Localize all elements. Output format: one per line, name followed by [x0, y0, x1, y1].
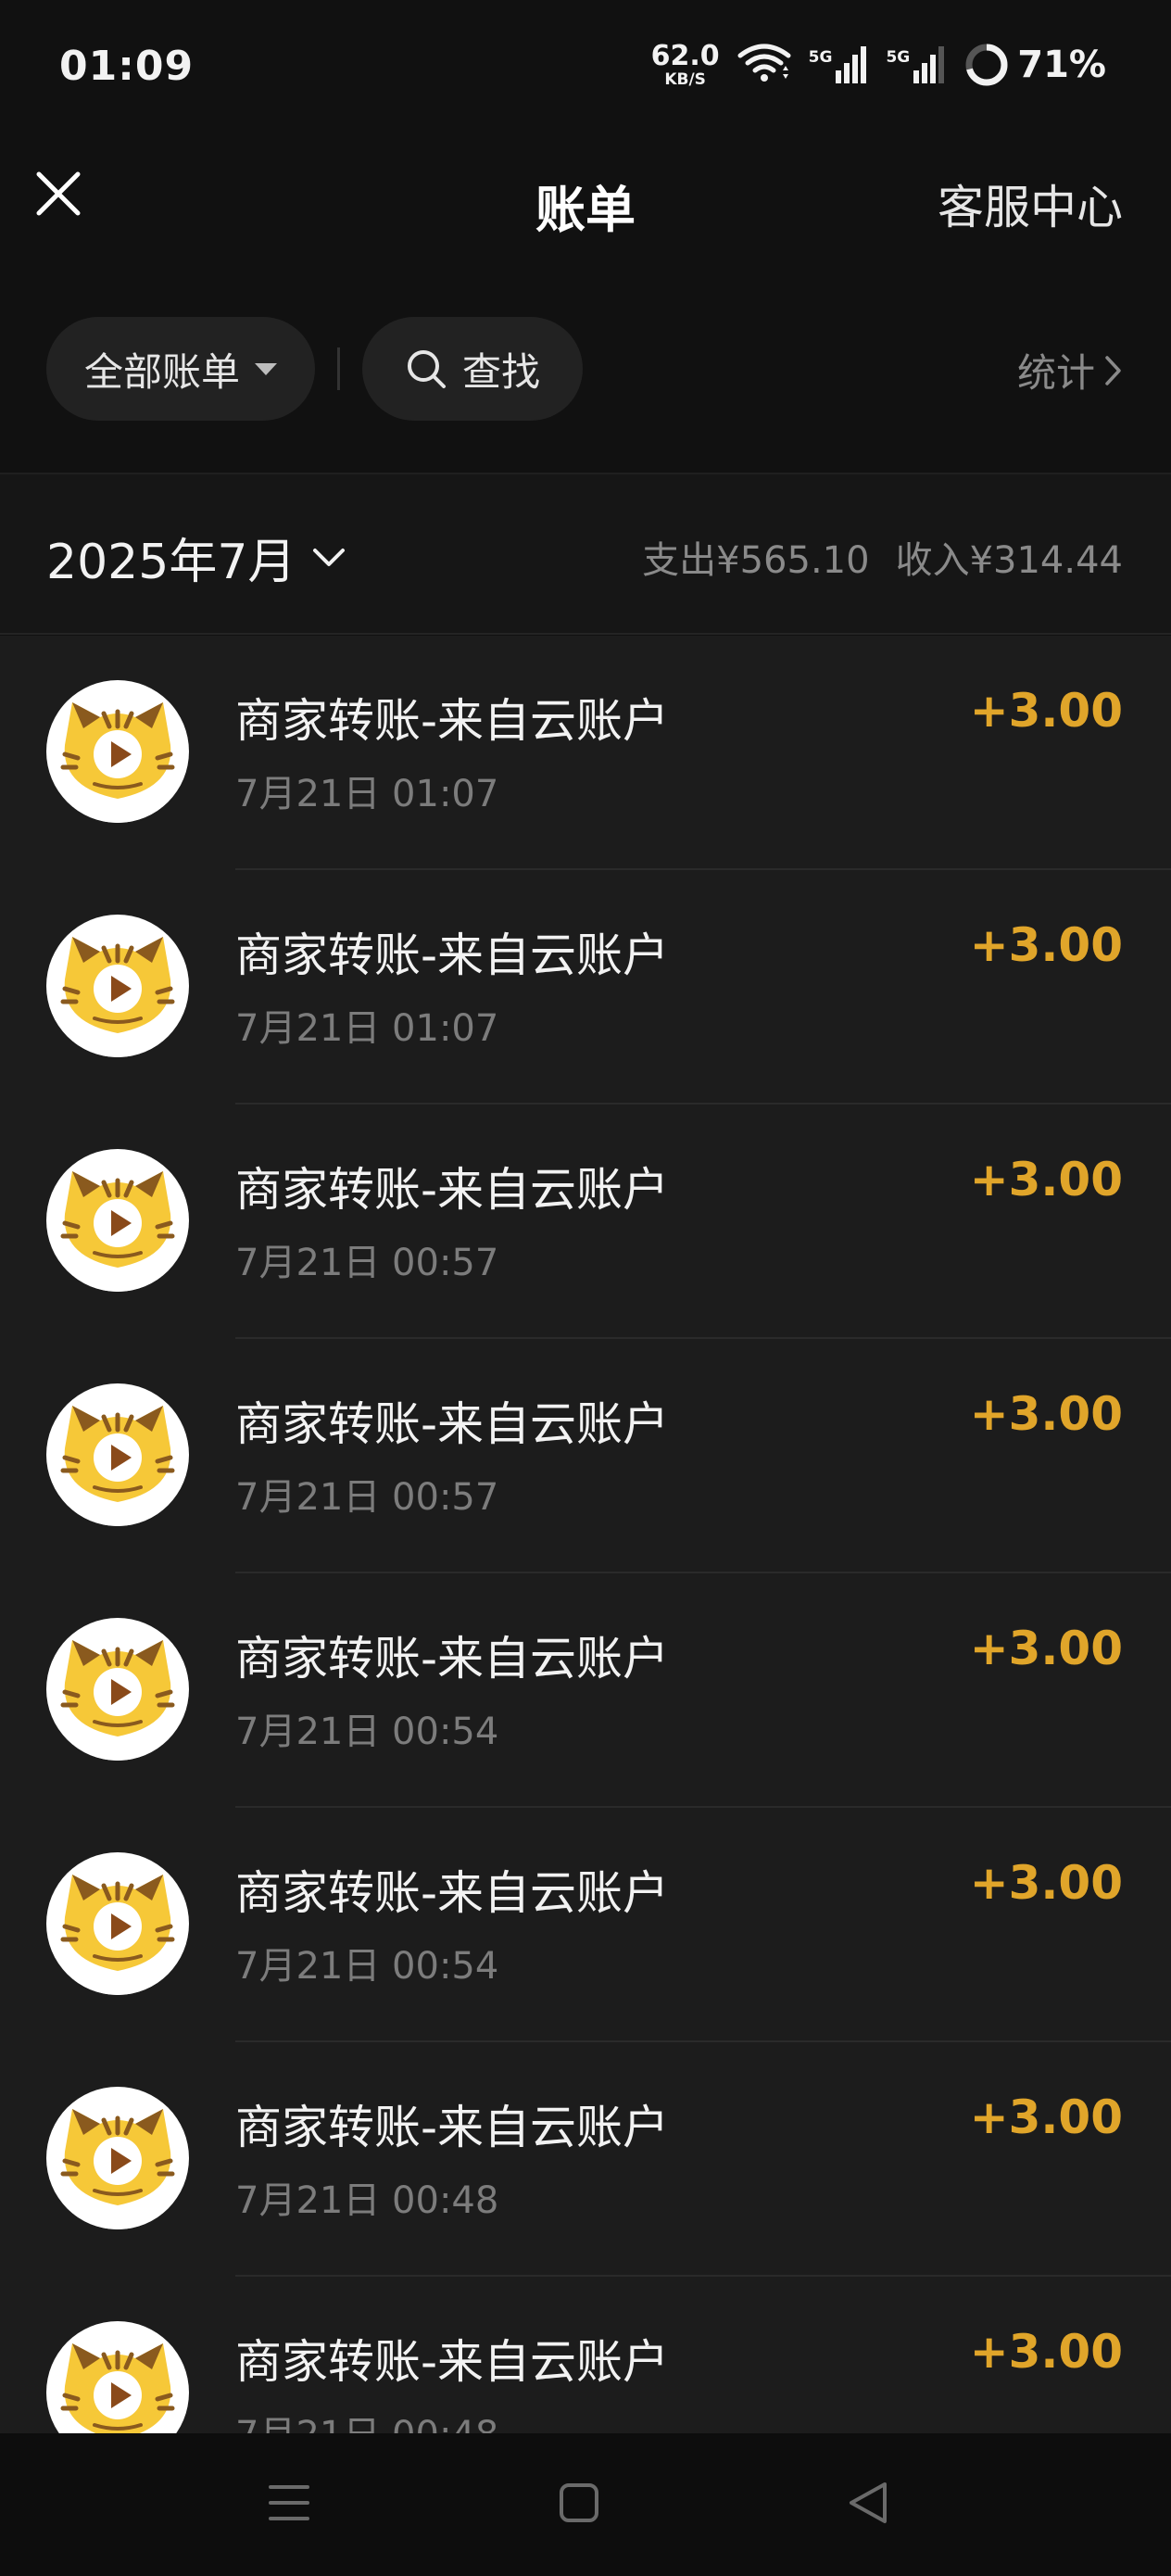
status-icons: 62.0 KB/S 5G 5G 71%	[651, 37, 1106, 93]
signal-sim2-icon: 5G	[886, 44, 947, 85]
merchant-avatar-icon	[46, 1618, 189, 1761]
nav-header: 账单 客服中心	[0, 139, 1171, 264]
menu-button[interactable]	[257, 2470, 321, 2535]
transaction-row[interactable]: 商家转账-来自云账户 7月21日 00:54 +3.00	[0, 1573, 1171, 1808]
merchant-avatar-icon	[46, 2321, 189, 2433]
back-button[interactable]	[836, 2470, 900, 2535]
transaction-time: 7月21日 00:57	[235, 1476, 499, 1519]
transaction-amount: +3.00	[969, 918, 1123, 972]
transaction-title: 商家转账-来自云账户	[235, 2335, 670, 2389]
search-icon	[405, 347, 447, 390]
status-time: 01:09	[59, 43, 195, 90]
system-nav-bar	[0, 2433, 1171, 2576]
battery-ring-icon	[965, 44, 1008, 86]
transaction-time: 7月21日 00:54	[235, 1711, 499, 1753]
transaction-time: 7月21日 00:48	[235, 2405, 498, 2433]
all-bills-dropdown[interactable]: 全部账单	[46, 317, 315, 421]
transaction-time: 7月21日 01:07	[235, 773, 499, 815]
home-square-icon	[560, 2483, 598, 2522]
transaction-time: 7月21日 00:54	[235, 1945, 499, 1988]
transaction-title: 商家转账-来自云账户	[235, 2101, 670, 2154]
transaction-row[interactable]: 商家转账-来自云账户 7月21日 00:57 +3.00	[0, 1339, 1171, 1573]
transaction-time: 7月21日 00:57	[235, 1242, 499, 1284]
sim2-network-tag: 5G	[886, 48, 911, 67]
transaction-title: 商家转账-来自云账户	[235, 1397, 670, 1451]
battery-percent: 71%	[1017, 44, 1106, 86]
month-totals: 支出¥565.10 收入¥314.44	[642, 530, 1123, 584]
back-triangle-icon	[850, 2482, 887, 2523]
transaction-amount: +3.00	[969, 2090, 1123, 2144]
search-label: 查找	[461, 348, 540, 395]
statistics-link[interactable]: 统计	[1017, 342, 1123, 398]
transaction-row[interactable]: 商家转账-来自云账户 7月21日 00:48 +3.00	[0, 2277, 1171, 2433]
transaction-title: 商家转账-来自云账户	[235, 1866, 670, 1920]
transaction-amount: +3.00	[969, 2325, 1123, 2379]
expense-total: 支出¥565.10	[642, 539, 870, 582]
merchant-avatar-icon	[46, 1383, 189, 1526]
battery-indicator: 71%	[963, 42, 1106, 88]
transaction-amount: +3.00	[969, 1856, 1123, 1910]
transaction-row[interactable]: 商家转账-来自云账户 7月21日 01:07 +3.00	[0, 636, 1171, 870]
transaction-time: 7月21日 01:07	[235, 1007, 499, 1050]
network-speed-value: 62.0	[650, 39, 720, 72]
month-label: 2025年7月	[46, 535, 296, 590]
transaction-amount: +3.00	[969, 684, 1123, 738]
transaction-row[interactable]: 商家转账-来自云账户 7月21日 00:57 +3.00	[0, 1105, 1171, 1339]
signal-sim1-icon: 5G	[809, 44, 870, 85]
transaction-amount: +3.00	[969, 1387, 1123, 1441]
filter-bar: 全部账单 查找 统计	[0, 264, 1171, 473]
month-summary-bar: 2025年7月 支出¥565.10 收入¥314.44	[0, 473, 1171, 635]
transaction-time: 7月21日 00:48	[235, 2179, 499, 2222]
transaction-row[interactable]: 商家转账-来自云账户 7月21日 00:54 +3.00	[0, 1808, 1171, 2042]
merchant-avatar-icon	[46, 915, 189, 1057]
customer-service-link[interactable]: 客服中心	[938, 170, 1123, 237]
search-button[interactable]: 查找	[362, 317, 583, 421]
month-selector[interactable]: 2025年7月	[46, 523, 346, 592]
statistics-label: 统计	[1016, 350, 1095, 396]
network-speed: 62.0 KB/S	[650, 39, 720, 89]
chevron-down-icon	[313, 548, 346, 566]
transaction-row[interactable]: 商家转账-来自云账户 7月21日 01:07 +3.00	[0, 870, 1171, 1105]
merchant-avatar-icon	[46, 1852, 189, 1995]
all-bills-label: 全部账单	[83, 348, 240, 395]
wifi-icon	[737, 43, 792, 87]
caret-down-icon	[255, 362, 277, 375]
chevron-right-icon	[1105, 355, 1121, 385]
status-bar: 01:09 62.0 KB/S 5G 5G 71%	[0, 0, 1171, 139]
transaction-title: 商家转账-来自云账户	[235, 928, 670, 982]
transaction-title: 商家转账-来自云账户	[235, 1163, 670, 1217]
home-button[interactable]	[547, 2470, 611, 2535]
merchant-avatar-icon	[46, 2087, 189, 2229]
close-icon	[36, 171, 81, 216]
network-speed-unit: KB/S	[664, 69, 706, 89]
income-total: 收入¥314.44	[895, 539, 1123, 582]
transaction-amount: +3.00	[969, 1153, 1123, 1206]
filter-divider	[337, 347, 340, 390]
transaction-list: 商家转账-来自云账户 7月21日 01:07 +3.00 商家转账-来自云账户 …	[0, 636, 1171, 2433]
menu-icon	[269, 2485, 309, 2520]
close-button[interactable]	[31, 167, 85, 221]
transaction-title: 商家转账-来自云账户	[235, 694, 670, 748]
transaction-row[interactable]: 商家转账-来自云账户 7月21日 00:48 +3.00	[0, 2042, 1171, 2277]
merchant-avatar-icon	[46, 1149, 189, 1292]
transaction-amount: +3.00	[969, 1622, 1123, 1675]
merchant-avatar-icon	[46, 680, 189, 823]
transaction-title: 商家转账-来自云账户	[235, 1632, 670, 1686]
sim1-network-tag: 5G	[808, 48, 833, 67]
